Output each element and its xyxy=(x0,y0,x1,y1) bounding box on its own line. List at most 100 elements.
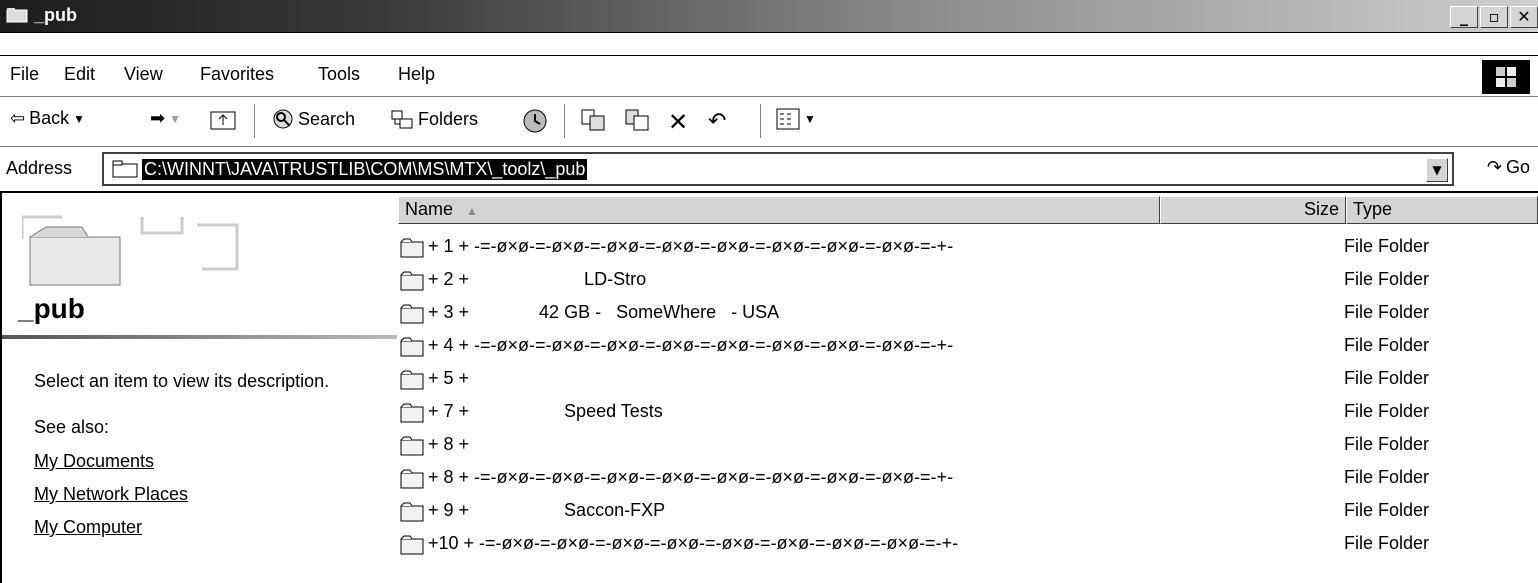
title-bar[interactable]: _pub _ ▫ ✕ xyxy=(0,0,1538,33)
file-type: File Folder xyxy=(1344,467,1430,487)
delete-icon: ✕ xyxy=(668,109,689,136)
file-row[interactable]: + 5 + File Folder xyxy=(398,364,1538,397)
chevron-down-icon: ▼ xyxy=(169,111,181,126)
folder-icon xyxy=(400,370,424,390)
folder-icon xyxy=(400,502,424,522)
link-my-computer[interactable]: My Computer xyxy=(34,517,142,538)
sort-ascending-icon: ▲ xyxy=(466,204,478,218)
file-type: File Folder xyxy=(1344,401,1430,421)
file-type: File Folder xyxy=(1344,236,1430,256)
file-type: File Folder xyxy=(1344,500,1430,520)
folder-info-panel: _pub Select an item to view its descript… xyxy=(0,193,397,583)
window-title: _pub xyxy=(34,5,77,25)
search-button[interactable]: Search xyxy=(272,108,355,130)
file-name: + 7 + Speed Tests xyxy=(428,401,663,421)
menu-tools[interactable]: Tools xyxy=(318,64,360,85)
up-folder-icon xyxy=(210,111,236,130)
folder-icon xyxy=(400,535,424,555)
menu-bar: File Edit View Favorites Tools Help xyxy=(0,55,1538,97)
file-type: File Folder xyxy=(1344,302,1430,322)
folder-icon xyxy=(400,403,424,423)
minimize-button[interactable]: _ xyxy=(1450,6,1478,28)
folder-icon xyxy=(400,271,424,291)
toolbar-separator xyxy=(564,104,568,138)
chevron-down-icon: ▼ xyxy=(1432,163,1442,177)
explorer-window: _pub _ ▫ ✕ File Edit View Favorites Tool… xyxy=(0,0,1538,583)
title-divider xyxy=(2,335,397,339)
file-name: + 8 + xyxy=(428,434,470,454)
undo-button[interactable]: ↶ xyxy=(708,108,726,134)
windows-logo-icon xyxy=(1482,60,1530,94)
file-name: + 5 + xyxy=(428,368,470,388)
folder-icon xyxy=(400,337,424,357)
list-header: Name ▲ Size Type xyxy=(398,196,1538,224)
views-button[interactable]: ▼ xyxy=(776,108,816,130)
file-row[interactable]: + 8 + -=-ø×ø-=-ø×ø-=-ø×ø-=-ø×ø-=-ø×ø-=-ø… xyxy=(398,463,1538,496)
file-row[interactable]: +10 + -=-ø×ø-=-ø×ø-=-ø×ø-=-ø×ø-=-ø×ø-=-ø… xyxy=(398,529,1538,562)
file-name: + 2 + LD-Stro xyxy=(428,269,647,289)
address-dropdown-button[interactable]: ▼ xyxy=(1426,158,1448,182)
file-name: + 1 + -=-ø×ø-=-ø×ø-=-ø×ø-=-ø×ø-=-ø×ø-=-ø… xyxy=(428,236,954,256)
address-input[interactable]: C:\WINNT\JAVA\TRUSTLIB\COM\MS\MTX\_toolz… xyxy=(102,152,1454,186)
go-button[interactable]: ↷ Go xyxy=(1487,157,1530,178)
file-row[interactable]: + 7 + Speed Tests File Folder xyxy=(398,397,1538,430)
file-name: + 8 + -=-ø×ø-=-ø×ø-=-ø×ø-=-ø×ø-=-ø×ø-=-ø… xyxy=(428,467,954,487)
back-label: Back xyxy=(29,108,70,128)
history-button[interactable] xyxy=(522,108,548,134)
forward-button[interactable]: ➡ ▼ xyxy=(150,108,181,129)
go-label: Go xyxy=(1505,157,1530,177)
folders-label: Folders xyxy=(418,108,479,129)
column-header-size[interactable]: Size xyxy=(1160,196,1346,224)
chevron-down-icon: ▼ xyxy=(804,112,816,126)
menu-help[interactable]: Help xyxy=(398,64,435,85)
back-arrow-icon: ⇦ xyxy=(10,108,26,128)
toolbar: ⇦ Back ▼ ➡ ▼ Search Folders ✕ ↶ ▼ xyxy=(0,96,1538,147)
move-to-button[interactable] xyxy=(580,108,606,132)
copy-to-icon xyxy=(625,109,649,131)
file-type: File Folder xyxy=(1344,335,1430,355)
folder-icon xyxy=(400,238,424,258)
go-arrow-icon: ↷ xyxy=(1486,157,1502,177)
file-row[interactable]: + 9 + Saccon-FXP File Folder xyxy=(398,496,1538,529)
file-row[interactable]: + 3 + 42 GB - SomeWhere - USA File Folder xyxy=(398,298,1538,331)
link-my-documents[interactable]: My Documents xyxy=(34,451,154,472)
chevron-down-icon: ▼ xyxy=(73,111,86,126)
menu-edit[interactable]: Edit xyxy=(64,64,95,85)
file-type: File Folder xyxy=(1344,533,1430,553)
file-type: File Folder xyxy=(1344,269,1430,289)
description-text: Select an item to view its description. xyxy=(34,371,330,391)
file-row[interactable]: + 2 + LD-Stro File Folder xyxy=(398,265,1538,298)
back-button[interactable]: ⇦ Back ▼ xyxy=(10,108,85,129)
views-icon xyxy=(776,108,800,130)
column-name-label: Name xyxy=(405,199,454,219)
delete-button[interactable]: ✕ xyxy=(668,108,688,137)
file-name: + 3 + 42 GB - SomeWhere - USA xyxy=(428,302,780,322)
menu-file[interactable]: File xyxy=(10,64,39,85)
column-header-name[interactable]: Name ▲ xyxy=(398,196,1160,224)
copy-to-button[interactable] xyxy=(624,108,650,132)
menu-favorites[interactable]: Favorites xyxy=(200,64,274,85)
file-row[interactable]: + 8 + File Folder xyxy=(398,430,1538,463)
menu-view[interactable]: View xyxy=(124,64,163,85)
folder-icon xyxy=(400,469,424,489)
link-my-network-places[interactable]: My Network Places xyxy=(34,484,188,505)
search-icon xyxy=(273,109,293,129)
up-folder-button[interactable] xyxy=(210,108,236,130)
folders-button[interactable]: Folders xyxy=(390,108,478,130)
file-name: + 9 + Saccon-FXP xyxy=(428,500,666,520)
folder-title: _pub xyxy=(18,293,85,324)
maximize-button[interactable]: ▫ xyxy=(1480,6,1508,28)
toolbar-separator xyxy=(760,104,764,138)
folder-large-icon xyxy=(22,215,239,286)
move-to-icon xyxy=(581,109,605,131)
column-size-label: Size xyxy=(1303,199,1339,219)
close-button[interactable]: ✕ xyxy=(1510,6,1538,28)
folder-icon xyxy=(112,160,138,178)
column-header-type[interactable]: Type xyxy=(1346,196,1538,224)
folder-icon xyxy=(6,8,28,23)
file-type: File Folder xyxy=(1344,434,1430,454)
toolbar-separator xyxy=(254,104,258,138)
file-row[interactable]: + 1 + -=-ø×ø-=-ø×ø-=-ø×ø-=-ø×ø-=-ø×ø-=-ø… xyxy=(398,232,1538,265)
file-row[interactable]: + 4 + -=-ø×ø-=-ø×ø-=-ø×ø-=-ø×ø-=-ø×ø-=-ø… xyxy=(398,331,1538,364)
column-type-label: Type xyxy=(1353,199,1393,219)
